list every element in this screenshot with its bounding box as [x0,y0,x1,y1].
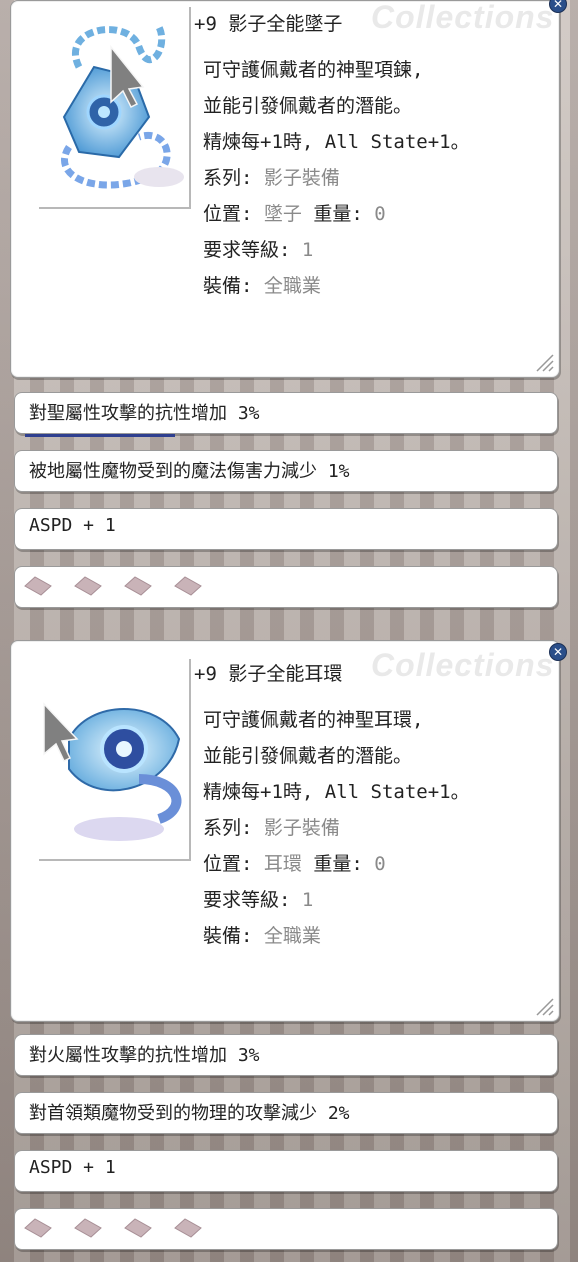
random-option-text: 對聖屬性攻擊的抗性增加 3% [29,403,260,424]
empty-slot-icon [124,576,152,596]
level-row: 要求等級: 1 [203,235,470,271]
empty-slot-icon [124,1218,152,1238]
weight-label: 重量: [313,203,363,225]
description-line: 可守護佩戴者的神聖項鍊, [203,59,424,81]
level-value: 1 [301,239,314,261]
series-value: 影子裝備 [263,817,340,839]
shadow-earring-icon [43,702,182,841]
shadow-pendant-icon [61,25,184,189]
weight-value: 0 [374,203,386,225]
equip-label: 裝備: [203,925,253,947]
series-value: 影子裝備 [263,167,340,189]
equip-value: 全職業 [263,925,321,947]
random-option-text: 被地屬性魔物受到的魔法傷害力減少 1% [29,461,350,482]
equip-label: 裝備: [203,275,253,297]
item-info-window[interactable]: Collections ✕ +9 影子全能耳環 可守護佩戴者的神聖耳環, 並能引… [10,640,567,1022]
position-value: 耳環 [263,853,302,875]
empty-slot-icon [24,576,52,596]
weight-label: 重量: [313,853,363,875]
level-label: 要求等級: [203,889,291,911]
random-option-text: 對火屬性攻擊的抗性增加 3% [29,1045,260,1066]
item-image-frame [39,659,191,861]
series-label: 系列: [203,167,253,189]
equip-value: 全職業 [263,275,321,297]
empty-slot-icon [174,1218,202,1238]
empty-slot-icon [74,1218,102,1238]
position-label: 位置: [203,853,253,875]
random-option-text: 對首領類魔物受到的物理的攻擊減少 2% [29,1103,350,1124]
position-value: 墜子 [263,203,302,225]
random-option-row: ASPD + 1 [14,508,558,550]
position-weight-row: 位置: 耳環 重量: 0 [203,849,470,885]
random-option-row: ASPD + 1 [14,1150,558,1192]
position-weight-row: 位置: 墜子 重量: 0 [203,199,470,235]
series-label: 系列: [203,817,253,839]
resize-grip-icon[interactable] [533,351,555,373]
empty-slot-icon [24,1218,52,1238]
item-image-frame [39,7,191,209]
random-option-text: ASPD + 1 [29,1157,116,1178]
random-option-text: ASPD + 1 [29,515,116,536]
random-option-row: 對火屬性攻擊的抗性增加 3% [14,1034,558,1076]
weight-value: 0 [374,853,386,875]
level-value: 1 [301,889,314,911]
collections-watermark: Collections [371,0,555,35]
empty-slot-icon [74,576,102,596]
option-accent-bar [25,434,175,437]
description-line: 精煉每+1時, All State+1。 [203,131,470,153]
description-line: 精煉每+1時, All State+1。 [203,781,470,803]
description-line: 並能引發佩戴者的潛能。 [203,95,413,117]
card-slots-row [14,566,558,608]
collections-watermark: Collections [371,647,555,683]
random-option-row: 被地屬性魔物受到的魔法傷害力減少 1% [14,450,558,492]
description-line: 並能引發佩戴者的潛能。 [203,745,413,767]
close-icon[interactable]: ✕ [549,643,567,661]
item-title: +9 影子全能耳環 [194,663,343,685]
series-row: 系列: 影子裝備 [203,813,470,849]
level-row: 要求等級: 1 [203,885,470,921]
series-row: 系列: 影子裝備 [203,163,470,199]
empty-slot-icon [174,576,202,596]
item-description: 可守護佩戴者的神聖耳環, 並能引發佩戴者的潛能。 精煉每+1時, All Sta… [203,705,470,957]
item-description: 可守護佩戴者的神聖項鍊, 並能引發佩戴者的潛能。 精煉每+1時, All Sta… [203,55,470,307]
random-option-row: 對聖屬性攻擊的抗性增加 3% [14,392,558,437]
item-title: +9 影子全能墜子 [194,13,343,35]
card-slots-row [14,1208,558,1250]
item-info-window[interactable]: Collections ✕ +9 影子全能墜子 可守護佩戴者的神聖項鍊, 並能引… [10,0,567,378]
equip-row: 裝備: 全職業 [203,271,470,307]
equip-row: 裝備: 全職業 [203,921,470,957]
level-label: 要求等級: [203,239,291,261]
description-line: 可守護佩戴者的神聖耳環, [203,709,424,731]
random-option-row: 對首領類魔物受到的物理的攻擊減少 2% [14,1092,558,1134]
position-label: 位置: [203,203,253,225]
resize-grip-icon[interactable] [533,995,555,1017]
